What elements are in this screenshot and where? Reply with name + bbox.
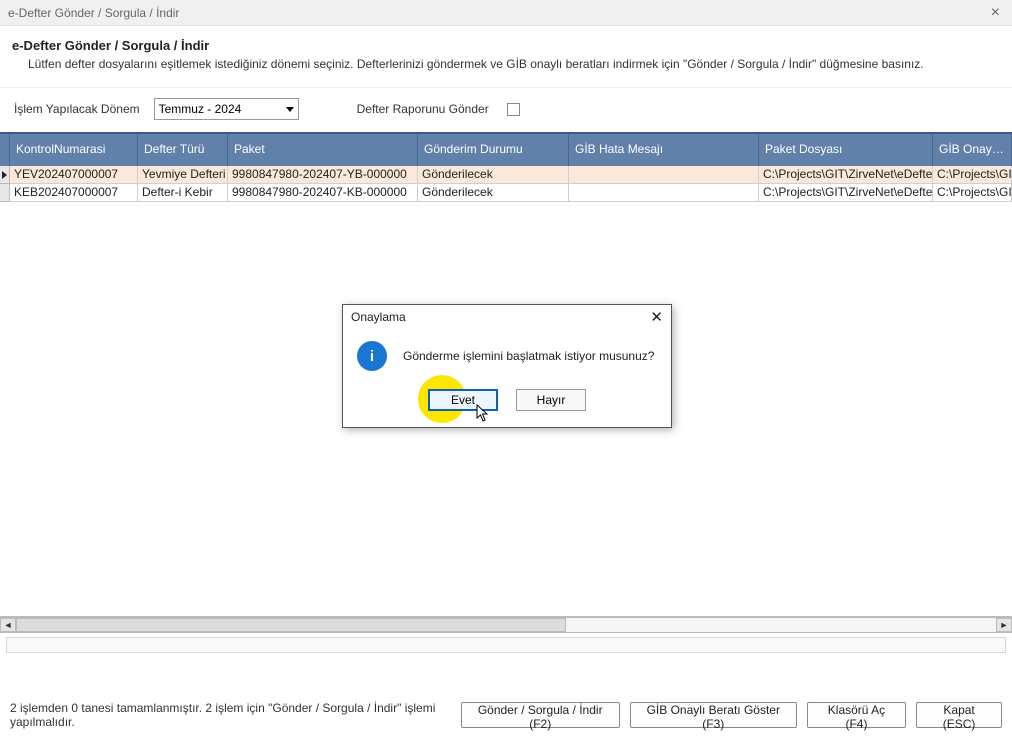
dialog-titlebar: Onaylama ✕ bbox=[343, 305, 671, 329]
info-icon: i bbox=[357, 341, 387, 371]
yes-button[interactable]: Evet bbox=[428, 389, 498, 411]
dialog-close-button[interactable]: ✕ bbox=[650, 308, 663, 326]
dialog-buttons: Evet Hayır bbox=[343, 379, 671, 427]
confirm-dialog: Onaylama ✕ i Gönderme işlemini başlatmak… bbox=[342, 304, 672, 428]
no-button[interactable]: Hayır bbox=[516, 389, 586, 411]
dialog-body: i Gönderme işlemini başlatmak istiyor mu… bbox=[343, 329, 671, 379]
dialog-message: Gönderme işlemini başlatmak istiyor musu… bbox=[403, 349, 654, 363]
dialog-title: Onaylama bbox=[351, 310, 406, 324]
modal-overlay: Onaylama ✕ i Gönderme işlemini başlatmak… bbox=[0, 0, 1012, 737]
